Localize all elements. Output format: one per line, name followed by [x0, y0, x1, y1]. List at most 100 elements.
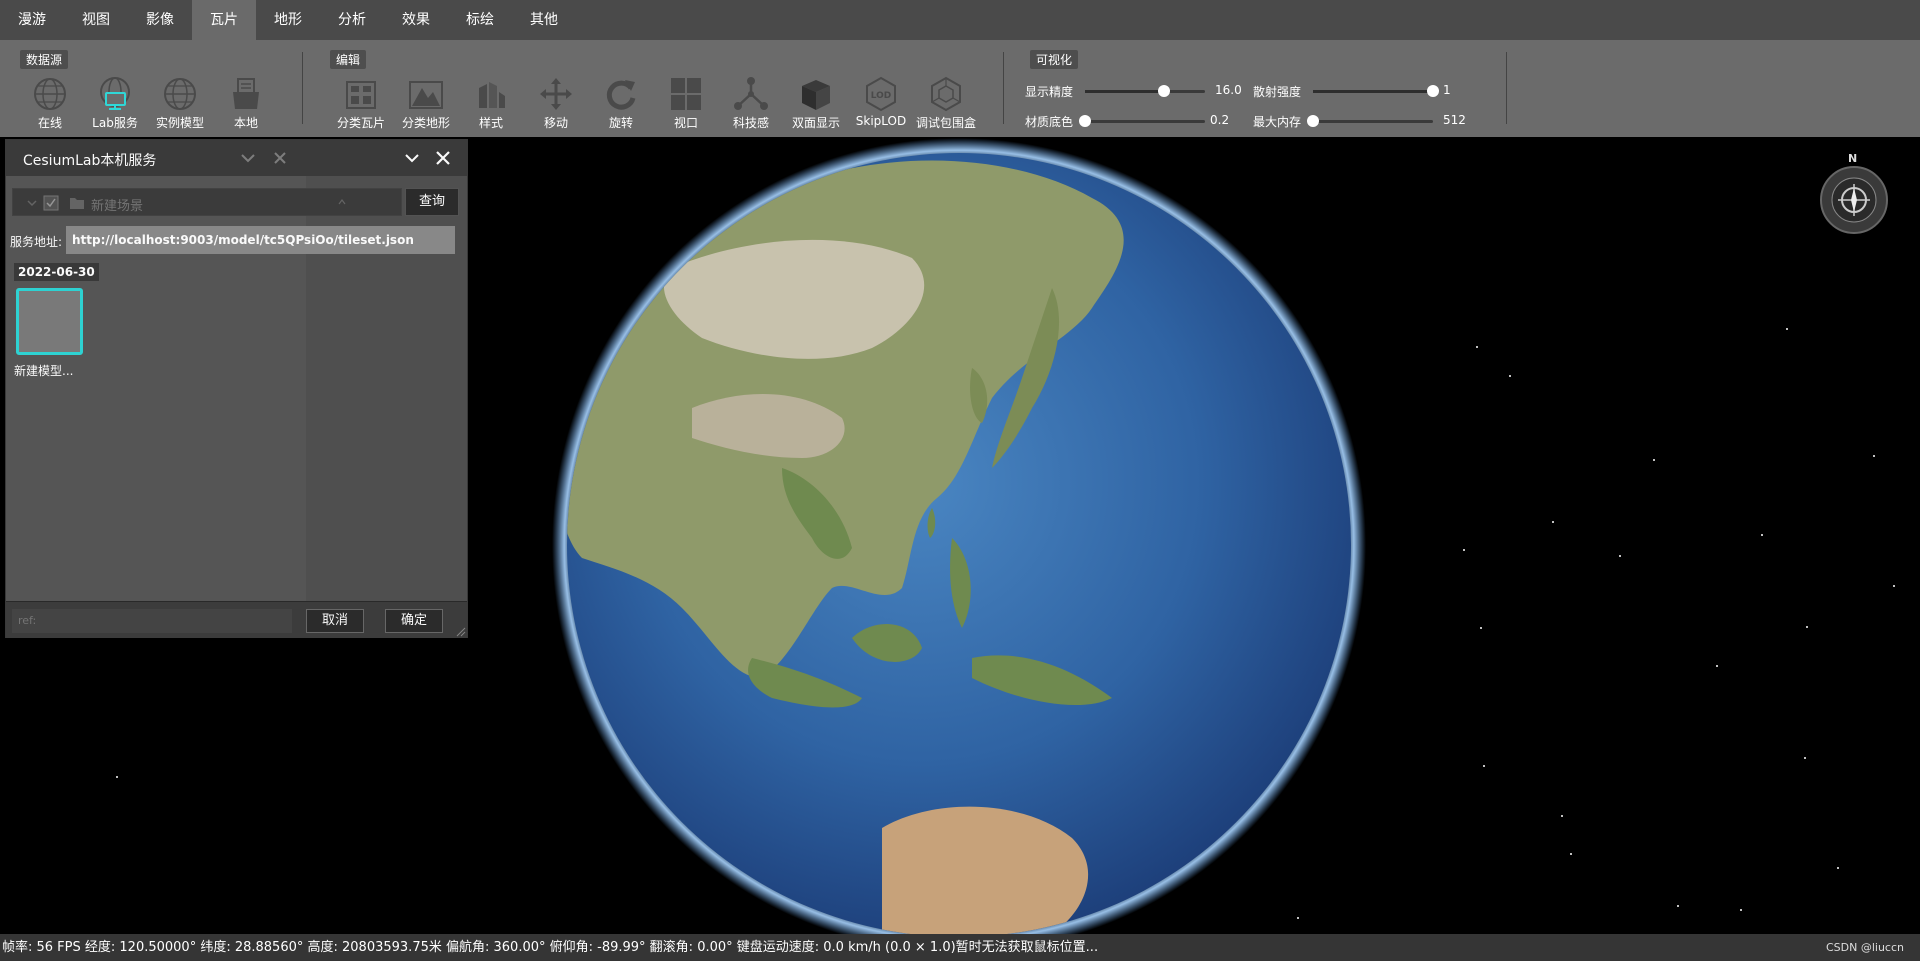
group-visualize: 可视化 显示精度 16.0 散射强度 1 材质底色 0.2 最大内存 512 — [1025, 40, 1510, 137]
group-edit: 编辑 分类瓦片 分类地形 样式 移动 旋转 视口 科技感 双面显示 LOD Sk… — [330, 40, 990, 137]
checkbox-checked-icon[interactable] — [43, 195, 59, 211]
tool-classify-tile-label: 分类瓦片 — [336, 116, 385, 130]
group-edit-title: 编辑 — [330, 50, 367, 69]
tool-online-label: 在线 — [37, 116, 62, 130]
query-button[interactable]: 查询 — [405, 188, 459, 216]
star — [1570, 853, 1572, 855]
tool-classify-tile[interactable]: 分类瓦片 — [330, 76, 392, 131]
tool-skiplod[interactable]: LOD SkipLOD — [850, 76, 912, 128]
tool-skiplod-label: SkipLOD — [855, 114, 907, 128]
menu-imagery[interactable]: 影像 — [128, 0, 192, 40]
tool-viewport[interactable]: 视口 — [655, 76, 717, 131]
slider-material-base-value: 0.2 — [1210, 113, 1230, 127]
slider-scatter-intensity-knob[interactable] — [1427, 85, 1439, 97]
slider-scatter-intensity-value: 1 — [1443, 83, 1451, 97]
rotate-icon — [606, 80, 636, 110]
ref-input[interactable]: ref: — [12, 609, 292, 633]
slider-max-memory-knob[interactable] — [1307, 115, 1319, 127]
tool-style-label: 样式 — [478, 116, 503, 130]
collapse-chevron-icon[interactable] — [402, 148, 422, 168]
tool-tech[interactable]: 科技感 — [720, 76, 782, 131]
tool-lab-service[interactable]: Lab服务 — [84, 76, 146, 131]
tech-icon — [734, 77, 768, 110]
style-icon — [479, 82, 505, 108]
slider-material-base-knob[interactable] — [1079, 115, 1091, 127]
confirm-button[interactable]: 确定 — [385, 609, 443, 633]
menu-other[interactable]: 其他 — [512, 0, 576, 40]
star — [1561, 815, 1563, 817]
slider-scatter-intensity-fill — [1313, 90, 1433, 93]
instance-model-icon — [164, 78, 196, 110]
chevron-down-icon — [27, 200, 37, 207]
status-bar: 帧率: 56 FPS 经度: 120.50000° 纬度: 28.88560° … — [0, 934, 1920, 961]
tool-classify-terrain-label: 分类地形 — [401, 116, 450, 130]
tool-classify-terrain[interactable]: 分类地形 — [395, 76, 457, 131]
slider-display-precision: 显示精度 16.0 — [1025, 83, 1245, 99]
top-menu-bar: 漫游 视图 影像 瓦片 地形 分析 效果 标绘 其他 — [0, 0, 1920, 40]
menu-plotting[interactable]: 标绘 — [448, 0, 512, 40]
menu-view[interactable]: 视图 — [64, 0, 128, 40]
caret-up-icon — [338, 199, 346, 205]
star — [1619, 555, 1621, 557]
tool-debug-bbox[interactable]: 调试包围盒 — [915, 76, 977, 131]
star — [1463, 549, 1465, 551]
slider-display-precision-label: 显示精度 — [1025, 85, 1074, 99]
star — [1873, 455, 1875, 457]
menu-tiles[interactable]: 瓦片 — [192, 0, 256, 40]
tool-local-label: 本地 — [233, 116, 258, 130]
group-datasource-title: 数据源 — [20, 50, 69, 69]
slider-display-precision-value: 16.0 — [1215, 83, 1242, 97]
model-thumbnail[interactable] — [16, 288, 83, 355]
debug-bbox-icon — [931, 76, 961, 112]
scene-query-row: 新建场景 查询 — [12, 188, 460, 216]
slider-max-memory-value: 512 — [1443, 113, 1466, 127]
cancel-button[interactable]: 取消 — [306, 609, 364, 633]
slider-scatter-intensity-track[interactable] — [1313, 85, 1439, 97]
star — [1893, 585, 1895, 587]
status-text: 帧率: 56 FPS 经度: 120.50000° 纬度: 28.88560° … — [2, 940, 1099, 955]
tool-double-side-label: 双面显示 — [791, 116, 840, 130]
model-name: 新建模型... — [14, 364, 74, 378]
star — [116, 776, 118, 778]
menu-roam[interactable]: 漫游 — [0, 0, 64, 40]
slider-max-memory: 最大内存 512 — [1253, 113, 1473, 129]
slider-display-precision-track[interactable] — [1085, 85, 1205, 97]
service-url-field[interactable]: http://localhost:9003/model/tc5QPsiOo/ti… — [66, 226, 455, 254]
star — [1804, 757, 1806, 759]
scene-select[interactable]: 新建场景 — [12, 188, 402, 216]
tool-tech-label: 科技感 — [732, 116, 769, 130]
earth-globe[interactable] — [552, 138, 1366, 952]
dialog-header: CesiumLab本机服务 — [6, 140, 467, 176]
dialog-title: CesiumLab本机服务 — [23, 153, 157, 169]
menu-effects[interactable]: 效果 — [384, 0, 448, 40]
resize-grip-icon[interactable] — [456, 627, 466, 637]
slider-max-memory-track[interactable] — [1307, 115, 1433, 127]
tool-online[interactable]: 在线 — [19, 76, 81, 131]
slider-material-base-label: 材质底色 — [1025, 115, 1074, 129]
tool-double-side[interactable]: 双面显示 — [785, 76, 847, 131]
tool-move[interactable]: 移动 — [525, 76, 587, 131]
date-group-label: 2022-06-30 — [14, 263, 99, 281]
local-folder-icon — [233, 78, 259, 109]
slider-max-memory-label: 最大内存 — [1253, 115, 1302, 129]
slider-display-precision-knob[interactable] — [1158, 85, 1171, 97]
tool-style[interactable]: 样式 — [460, 76, 522, 131]
double-side-icon — [802, 80, 830, 110]
slider-material-base-track[interactable] — [1079, 115, 1205, 127]
tool-local[interactable]: 本地 — [215, 76, 277, 131]
ribbon-separator — [1003, 52, 1004, 124]
group-visualize-title: 可视化 — [1030, 50, 1079, 69]
menu-terrain[interactable]: 地形 — [256, 0, 320, 40]
star — [1509, 375, 1511, 377]
slider-scatter-intensity-label: 散射强度 — [1253, 85, 1302, 99]
tool-instance-model[interactable]: 实例模型 — [149, 76, 211, 131]
app-root: 漫游 视图 影像 瓦片 地形 分析 效果 标绘 其他 数据源 在线 Lab服务 … — [0, 0, 1920, 961]
tool-debug-bbox-label: 调试包围盒 — [915, 116, 976, 130]
close-icon[interactable] — [433, 148, 453, 168]
compass-navigation[interactable]: N — [1820, 152, 1888, 236]
menu-analysis[interactable]: 分析 — [320, 0, 384, 40]
tool-rotate[interactable]: 旋转 — [590, 76, 652, 131]
compass-ring-icon[interactable] — [1820, 166, 1888, 234]
globe-viewer[interactable] — [552, 138, 1366, 952]
ghost-collapse-icon — [241, 154, 255, 163]
